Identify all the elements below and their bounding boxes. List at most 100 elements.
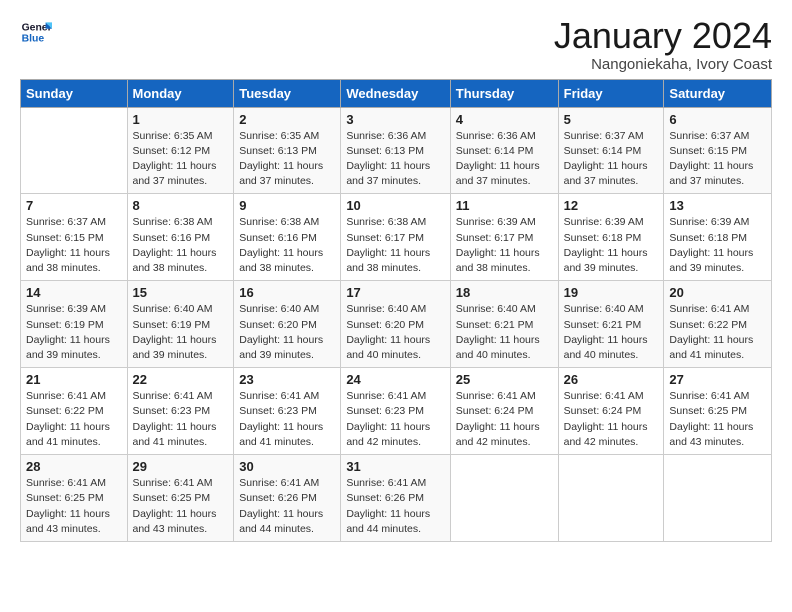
day-cell: 2 Sunrise: 6:35 AM Sunset: 6:13 PM Daylig… [234,107,341,194]
day-number: 29 [133,459,229,474]
day-info: Sunrise: 6:39 AM Sunset: 6:18 PM Dayligh… [564,215,659,276]
day-number: 28 [26,459,122,474]
day-number: 11 [456,198,553,213]
week-row-5: 28 Sunrise: 6:41 AM Sunset: 6:25 PM Dayli… [21,455,772,542]
day-info: Sunrise: 6:39 AM Sunset: 6:19 PM Dayligh… [26,302,122,363]
day-cell: 19 Sunrise: 6:40 AM Sunset: 6:21 PM Dayli… [558,281,664,368]
day-info: Sunrise: 6:36 AM Sunset: 6:14 PM Dayligh… [456,129,553,190]
week-row-2: 7 Sunrise: 6:37 AM Sunset: 6:15 PM Daylig… [21,194,772,281]
day-info: Sunrise: 6:41 AM Sunset: 6:23 PM Dayligh… [133,389,229,450]
day-number: 27 [669,372,766,387]
day-number: 18 [456,285,553,300]
svg-text:Blue: Blue [22,34,45,45]
day-info: Sunrise: 6:40 AM Sunset: 6:21 PM Dayligh… [564,302,659,363]
day-cell: 24 Sunrise: 6:41 AM Sunset: 6:23 PM Dayli… [341,368,450,455]
day-number: 6 [669,112,766,127]
col-header-tuesday: Tuesday [234,79,341,107]
week-row-1: 1 Sunrise: 6:35 AM Sunset: 6:12 PM Daylig… [21,107,772,194]
day-number: 19 [564,285,659,300]
day-info: Sunrise: 6:40 AM Sunset: 6:20 PM Dayligh… [346,302,444,363]
day-info: Sunrise: 6:38 AM Sunset: 6:16 PM Dayligh… [133,215,229,276]
day-cell: 4 Sunrise: 6:36 AM Sunset: 6:14 PM Daylig… [450,107,558,194]
day-number: 30 [239,459,335,474]
day-info: Sunrise: 6:35 AM Sunset: 6:12 PM Dayligh… [133,129,229,190]
day-cell: 15Sunrise: 6:40 AM Sunset: 6:19 PM Dayli… [127,281,234,368]
day-info: Sunrise: 6:41 AM Sunset: 6:23 PM Dayligh… [346,389,444,450]
day-number: 2 [239,112,335,127]
day-number: 23 [239,372,335,387]
day-info: Sunrise: 6:41 AM Sunset: 6:24 PM Dayligh… [456,389,553,450]
day-info: Sunrise: 6:37 AM Sunset: 6:15 PM Dayligh… [669,129,766,190]
day-info: Sunrise: 6:41 AM Sunset: 6:23 PM Dayligh… [239,389,335,450]
col-header-thursday: Thursday [450,79,558,107]
day-info: Sunrise: 6:41 AM Sunset: 6:22 PM Dayligh… [26,389,122,450]
day-number: 7 [26,198,122,213]
day-info: Sunrise: 6:41 AM Sunset: 6:25 PM Dayligh… [133,476,229,537]
day-cell: 5 Sunrise: 6:37 AM Sunset: 6:14 PM Daylig… [558,107,664,194]
header-row: SundayMondayTuesdayWednesdayThursdayFrid… [21,79,772,107]
page-container: General Blue January 2024 Nangoniekaha, … [0,0,792,552]
day-cell: 29 Sunrise: 6:41 AM Sunset: 6:25 PM Dayli… [127,455,234,542]
day-cell: 28Sunrise: 6:41 AM Sunset: 6:25 PM Dayli… [21,455,128,542]
day-info: Sunrise: 6:37 AM Sunset: 6:15 PM Dayligh… [26,215,122,276]
day-cell: 1 Sunrise: 6:35 AM Sunset: 6:12 PM Daylig… [127,107,234,194]
day-cell: 22 Sunrise: 6:41 AM Sunset: 6:23 PM Dayli… [127,368,234,455]
col-header-friday: Friday [558,79,664,107]
week-row-4: 21Sunrise: 6:41 AM Sunset: 6:22 PM Dayli… [21,368,772,455]
day-cell: 21Sunrise: 6:41 AM Sunset: 6:22 PM Dayli… [21,368,128,455]
day-number: 8 [133,198,229,213]
day-info: Sunrise: 6:41 AM Sunset: 6:26 PM Dayligh… [346,476,444,537]
calendar-table: SundayMondayTuesdayWednesdayThursdayFrid… [20,79,772,542]
week-row-3: 14 Sunrise: 6:39 AM Sunset: 6:19 PM Dayli… [21,281,772,368]
month-title: January 2024 [554,16,772,56]
day-number: 1 [133,112,229,127]
day-cell: 13 Sunrise: 6:39 AM Sunset: 6:18 PM Dayli… [664,194,772,281]
day-number: 13 [669,198,766,213]
day-cell: 16 Sunrise: 6:40 AM Sunset: 6:20 PM Dayli… [234,281,341,368]
day-number: 31 [346,459,444,474]
day-cell: 30Sunrise: 6:41 AM Sunset: 6:26 PM Dayli… [234,455,341,542]
day-cell: 6 Sunrise: 6:37 AM Sunset: 6:15 PM Daylig… [664,107,772,194]
day-cell: 17Sunrise: 6:40 AM Sunset: 6:20 PM Dayli… [341,281,450,368]
location-subtitle: Nangoniekaha, Ivory Coast [554,56,772,73]
day-cell: 12 Sunrise: 6:39 AM Sunset: 6:18 PM Dayli… [558,194,664,281]
day-info: Sunrise: 6:40 AM Sunset: 6:19 PM Dayligh… [133,302,229,363]
day-cell: 3Sunrise: 6:36 AM Sunset: 6:13 PM Daylig… [341,107,450,194]
day-number: 4 [456,112,553,127]
day-info: Sunrise: 6:41 AM Sunset: 6:25 PM Dayligh… [669,389,766,450]
day-cell: 7 Sunrise: 6:37 AM Sunset: 6:15 PM Daylig… [21,194,128,281]
day-info: Sunrise: 6:39 AM Sunset: 6:18 PM Dayligh… [669,215,766,276]
day-info: Sunrise: 6:40 AM Sunset: 6:20 PM Dayligh… [239,302,335,363]
day-cell: 31 Sunrise: 6:41 AM Sunset: 6:26 PM Dayli… [341,455,450,542]
day-number: 22 [133,372,229,387]
day-number: 14 [26,285,122,300]
day-cell: 11 Sunrise: 6:39 AM Sunset: 6:17 PM Dayli… [450,194,558,281]
day-number: 9 [239,198,335,213]
day-info: Sunrise: 6:41 AM Sunset: 6:22 PM Dayligh… [669,302,766,363]
day-number: 24 [346,372,444,387]
day-cell: 14 Sunrise: 6:39 AM Sunset: 6:19 PM Dayli… [21,281,128,368]
title-block: January 2024 Nangoniekaha, Ivory Coast [554,16,772,73]
logo: General Blue [20,16,52,48]
day-info: Sunrise: 6:39 AM Sunset: 6:17 PM Dayligh… [456,215,553,276]
day-number: 16 [239,285,335,300]
day-number: 5 [564,112,659,127]
col-header-saturday: Saturday [664,79,772,107]
day-info: Sunrise: 6:38 AM Sunset: 6:16 PM Dayligh… [239,215,335,276]
day-number: 10 [346,198,444,213]
day-number: 25 [456,372,553,387]
day-info: Sunrise: 6:35 AM Sunset: 6:13 PM Dayligh… [239,129,335,190]
day-info: Sunrise: 6:37 AM Sunset: 6:14 PM Dayligh… [564,129,659,190]
day-info: Sunrise: 6:36 AM Sunset: 6:13 PM Dayligh… [346,129,444,190]
day-cell: 27 Sunrise: 6:41 AM Sunset: 6:25 PM Dayli… [664,368,772,455]
day-cell [450,455,558,542]
day-cell: 10Sunrise: 6:38 AM Sunset: 6:17 PM Dayli… [341,194,450,281]
day-number: 12 [564,198,659,213]
day-cell [664,455,772,542]
day-info: Sunrise: 6:40 AM Sunset: 6:21 PM Dayligh… [456,302,553,363]
day-number: 20 [669,285,766,300]
col-header-sunday: Sunday [21,79,128,107]
day-cell: 23 Sunrise: 6:41 AM Sunset: 6:23 PM Dayli… [234,368,341,455]
col-header-wednesday: Wednesday [341,79,450,107]
col-header-monday: Monday [127,79,234,107]
